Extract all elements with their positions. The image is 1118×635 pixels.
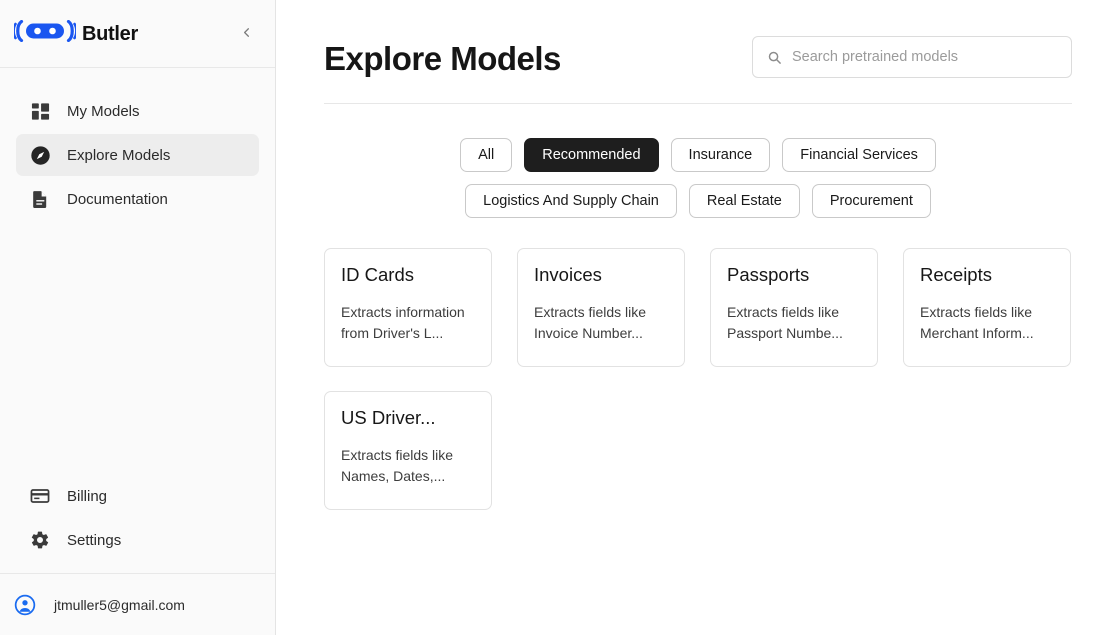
sidebar-item-label: My Models — [67, 102, 140, 120]
model-card[interactable]: Receipts Extracts fields like Merchant I… — [903, 248, 1071, 368]
search-icon — [767, 50, 782, 65]
filter-chip-procurement[interactable]: Procurement — [811, 184, 931, 219]
model-card-grid: ID Cards Extracts information from Drive… — [324, 218, 1072, 511]
model-card-description: Extracts fields like Merchant Inform... — [920, 304, 1034, 342]
main-content: Explore Models All Recommended Insurance… — [276, 0, 1118, 635]
sidebar-header: Butler — [0, 0, 275, 68]
grid-dashboard-icon — [29, 100, 51, 122]
brand[interactable]: Butler — [12, 19, 138, 47]
search-box[interactable] — [752, 36, 1072, 78]
sidebar-item-label: Explore Models — [67, 146, 171, 164]
filter-chip-recommended[interactable]: Recommended — [524, 138, 659, 173]
brand-name: Butler — [82, 22, 138, 45]
sidebar-collapse-button[interactable] — [233, 21, 259, 47]
model-card[interactable]: ID Cards Extracts information from Drive… — [324, 248, 492, 368]
account-email: jtmuller5@gmail.com — [54, 596, 185, 613]
category-filter-chips: All Recommended Insurance Financial Serv… — [388, 104, 1008, 219]
model-card-title: Invoices — [534, 264, 602, 286]
model-card[interactable]: US Driver... Extracts fields like Names,… — [324, 391, 492, 511]
search-input[interactable] — [792, 49, 1057, 65]
model-card-description: Extracts fields like Names, Dates,... — [341, 447, 454, 485]
filter-chip-financial-services[interactable]: Financial Services — [782, 138, 936, 173]
page-title: Explore Models — [324, 40, 561, 77]
account-row[interactable]: jtmuller5@gmail.com — [0, 573, 275, 635]
document-icon — [29, 188, 51, 210]
sidebar: Butler My Models Explore Models Document… — [0, 0, 276, 635]
model-card-description: Extracts fields like Invoice Number... — [534, 304, 647, 342]
sidebar-primary-nav: My Models Explore Models Documentation — [0, 68, 275, 220]
filter-chip-real-estate[interactable]: Real Estate — [688, 184, 800, 219]
compass-icon — [29, 144, 51, 166]
model-card[interactable]: Passports Extracts fields like Passport … — [710, 248, 878, 368]
model-card-description: Extracts information from Driver's L... — [341, 304, 465, 342]
app-root: Butler My Models Explore Models Document… — [0, 0, 1118, 635]
sidebar-item-my-models[interactable]: My Models — [16, 90, 259, 132]
model-card-title: US Driver... — [341, 407, 436, 429]
sidebar-item-documentation[interactable]: Documentation — [16, 178, 259, 220]
model-card[interactable]: Invoices Extracts fields like Invoice Nu… — [517, 248, 685, 368]
sidebar-item-explore-models[interactable]: Explore Models — [16, 134, 259, 176]
sidebar-item-label: Documentation — [67, 190, 168, 208]
filter-chip-all[interactable]: All — [460, 138, 513, 173]
model-card-description: Extracts fields like Passport Numbe... — [727, 304, 843, 342]
sidebar-secondary-nav: Billing Settings — [0, 475, 275, 573]
main-header: Explore Models — [324, 36, 1072, 105]
sidebar-item-billing[interactable]: Billing — [16, 475, 259, 517]
credit-card-icon — [29, 485, 51, 507]
gear-icon — [29, 529, 51, 551]
sidebar-item-label: Settings — [67, 531, 122, 549]
sidebar-item-label: Billing — [67, 487, 108, 505]
sidebar-item-settings[interactable]: Settings — [16, 519, 259, 561]
model-card-title: Receipts — [920, 264, 992, 286]
filter-chip-logistics-and-supply-chain[interactable]: Logistics And Supply Chain — [465, 184, 677, 219]
butler-robot-logo-icon — [12, 19, 78, 47]
model-card-title: Passports — [727, 264, 810, 286]
filter-chip-insurance[interactable]: Insurance — [670, 138, 771, 173]
model-card-title: ID Cards — [341, 264, 414, 286]
account-circle-icon — [14, 594, 36, 616]
chevron-left-icon — [239, 25, 254, 43]
